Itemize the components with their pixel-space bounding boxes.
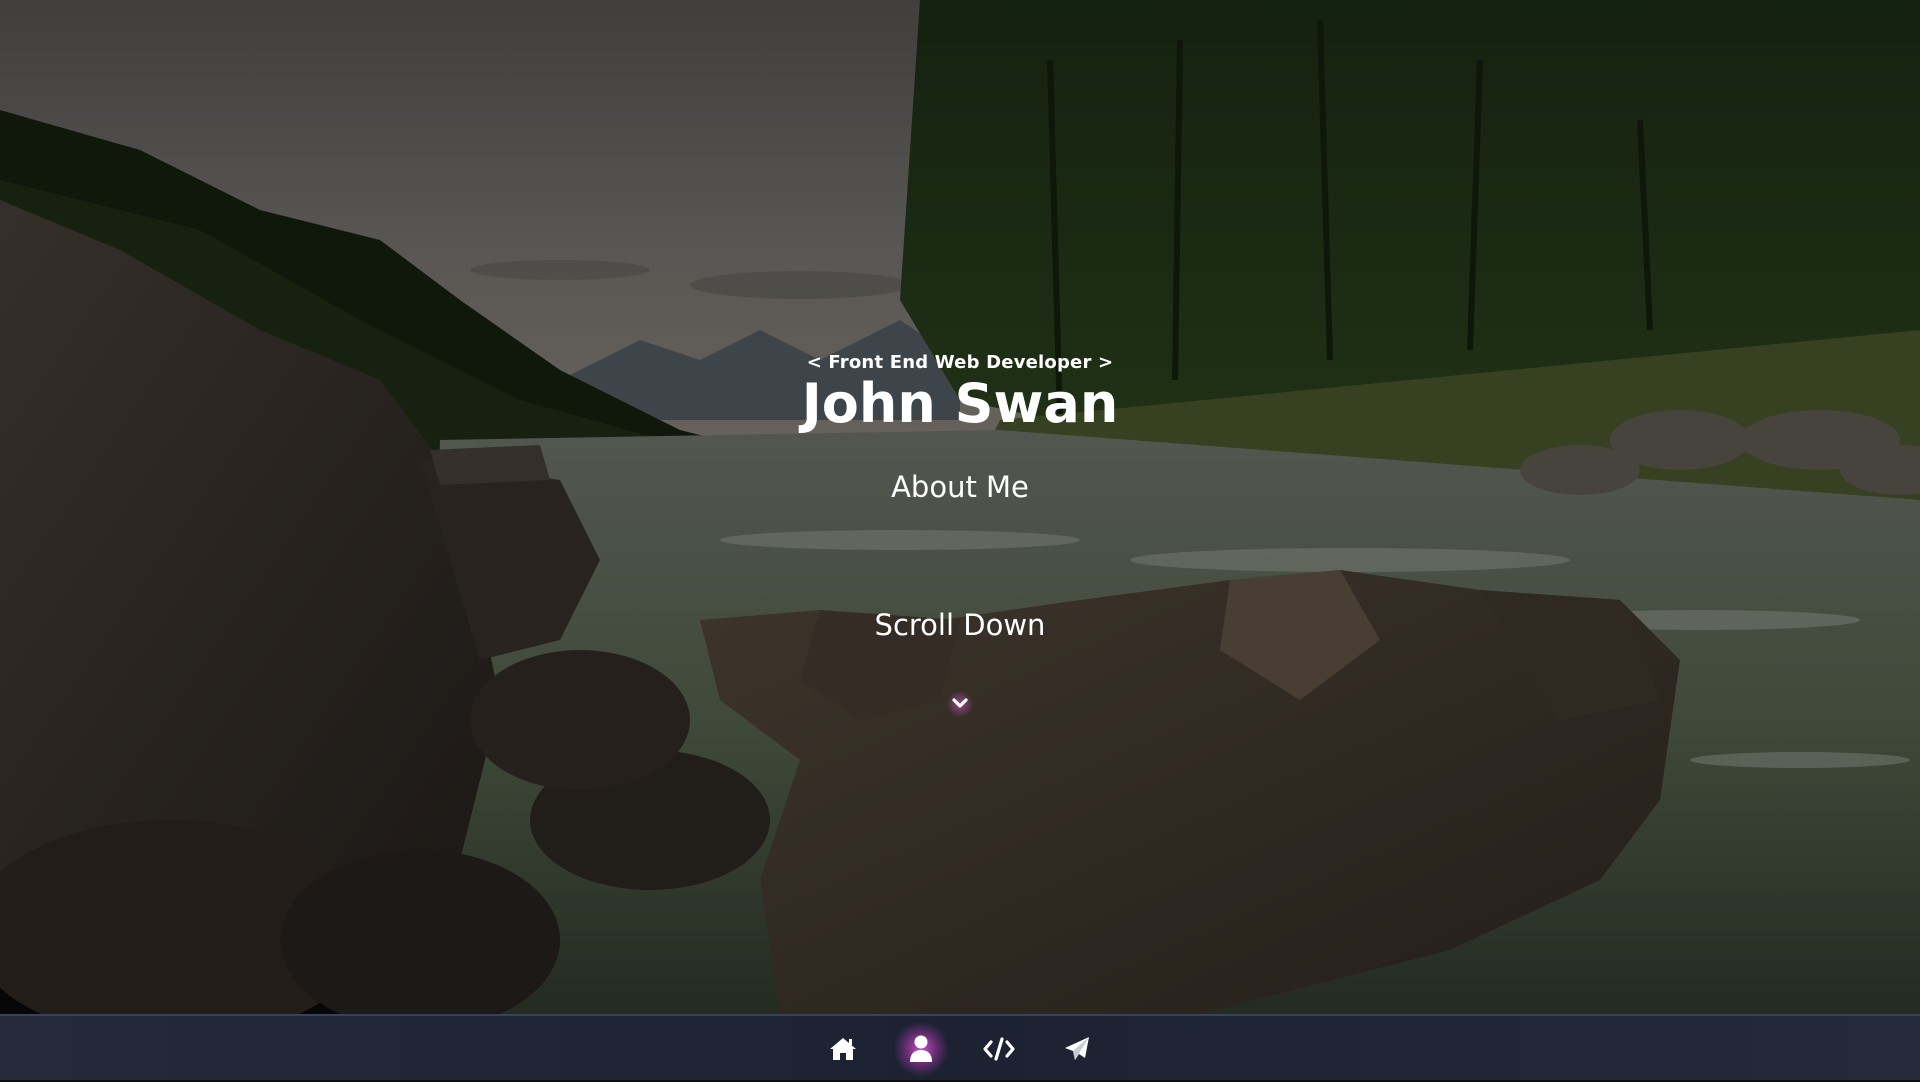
code-icon bbox=[983, 1037, 1015, 1061]
nav-about-button[interactable] bbox=[894, 1022, 948, 1076]
nav-items bbox=[0, 1016, 1920, 1082]
user-icon bbox=[910, 1035, 932, 1062]
hero-subtitle: < Front End Web Developer > bbox=[806, 352, 1114, 373]
nav-home-button[interactable] bbox=[822, 1028, 864, 1070]
scroll-down-link[interactable]: Scroll Down bbox=[820, 608, 1100, 642]
hero-content: < Front End Web Developer > John Swan Ab… bbox=[0, 0, 1920, 1014]
hero-section: < Front End Web Developer > John Swan Ab… bbox=[0, 0, 1920, 1014]
bottom-navbar bbox=[0, 1014, 1920, 1080]
nav-contact-button[interactable] bbox=[1056, 1028, 1098, 1070]
paper-plane-icon bbox=[1065, 1037, 1089, 1060]
about-me-link[interactable]: About Me bbox=[860, 470, 1060, 504]
hero-name: John Swan bbox=[801, 372, 1119, 435]
nav-projects-button[interactable] bbox=[978, 1028, 1020, 1070]
home-icon bbox=[830, 1038, 856, 1060]
chevron-down-icon[interactable] bbox=[945, 692, 975, 716]
